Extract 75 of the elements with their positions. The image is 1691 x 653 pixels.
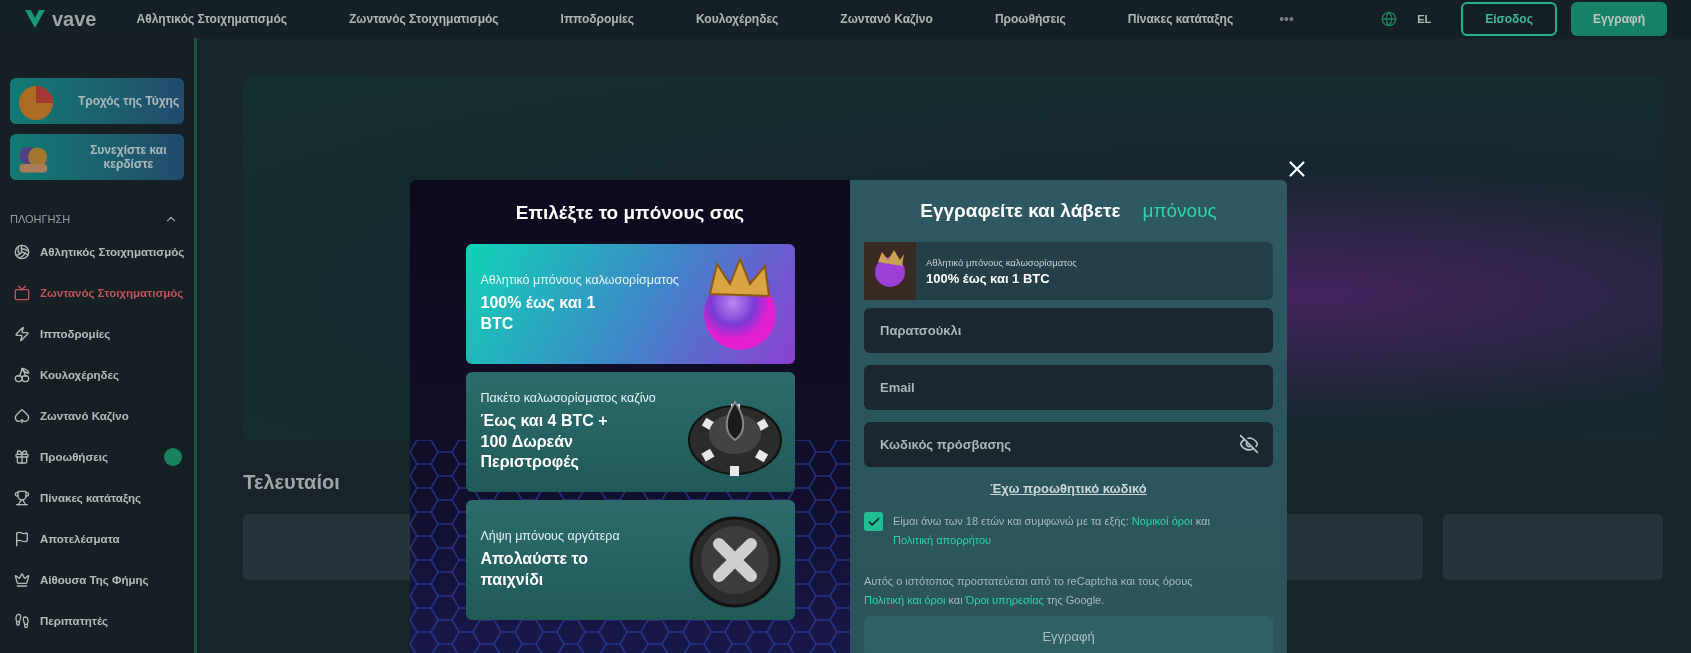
sidebar-item-label: Ζωντανός Στοιχηματισμός bbox=[40, 286, 184, 299]
sidebar-item-label: Πίνακες κατάταξης bbox=[40, 491, 141, 504]
input-field[interactable]: Παρατσούκλι bbox=[864, 308, 1273, 353]
nav-link[interactable]: Ζωντανός Στοιχηματισμός bbox=[349, 12, 499, 26]
bonus-title: 100% έως και 1 BTC bbox=[480, 293, 597, 334]
text-link[interactable]: Νομικοί όροι bbox=[1131, 515, 1193, 527]
more-button[interactable]: ••• bbox=[1273, 10, 1300, 28]
nav-link[interactable]: Ζωντανό Καζίνο bbox=[840, 12, 933, 26]
promo-button[interactable]: Τροχός της Τύχης bbox=[10, 78, 185, 124]
login-button[interactable]: Είσοδος bbox=[1461, 2, 1557, 36]
ball-thumbnail-drawing bbox=[864, 242, 916, 300]
form-title: Εγγραφείτε και λάβετε bbox=[920, 200, 1121, 222]
logo-v-icon bbox=[24, 9, 46, 29]
sidebar-item-label: Αίθουσα Της Φήμης bbox=[40, 573, 149, 586]
sidebar-item-label: Αθλητικός Στοιχηματισμός bbox=[40, 245, 185, 258]
input-field[interactable]: Κωδικός πρόσβασης bbox=[864, 422, 1273, 467]
sidebar-item[interactable]: Ζωντανός Στοιχηματισμός bbox=[10, 277, 185, 308]
tv-icon bbox=[14, 284, 30, 301]
section-title: Τελευταίοι bbox=[243, 471, 340, 494]
sidebar-item[interactable]: Περιπατητές bbox=[10, 605, 185, 636]
bonus-title: Απολαύστε το παιχνίδι bbox=[480, 549, 590, 590]
bonus-subtitle: Λήψη μπόνους αργότερα bbox=[480, 529, 621, 544]
text-link[interactable]: Πολιτική και όροι bbox=[864, 594, 946, 606]
promo-button[interactable]: Συνεχίστε και κερδίστε bbox=[10, 134, 185, 180]
ball-icon bbox=[14, 243, 30, 260]
flag-icon bbox=[14, 530, 30, 547]
eye-off-icon[interactable] bbox=[1239, 434, 1259, 454]
sidebar-item-label: Ζωντανό Καζίνο bbox=[40, 409, 129, 422]
selected-bonus-subtitle: Αθλητικό μπόνους καλωσορίσματος bbox=[926, 256, 1077, 268]
selected-bonus[interactable]: Αθλητικό μπόνους καλωσορίσματος 100% έως και 1 BTC bbox=[864, 242, 1273, 300]
sidebar-item-label: Περιπατητές bbox=[40, 614, 109, 627]
section-label: ΠΛΟΗΓΗΣΗ bbox=[10, 213, 71, 225]
globe-icon bbox=[1381, 11, 1398, 27]
text-link[interactable]: Όροι υπηρεσίας bbox=[965, 594, 1044, 606]
text-link[interactable]: Πολιτική απορρήτου bbox=[893, 534, 992, 546]
sidebar-item[interactable]: Πίνακες κατάταξης bbox=[10, 482, 185, 513]
nav-link[interactable]: Κουλοχέρηδες bbox=[695, 12, 779, 26]
logo-text: vave bbox=[52, 7, 97, 31]
bonus-subtitle: Αθλητικό μπόνους καλωσορίσματος bbox=[480, 273, 679, 288]
nav-link[interactable]: Ιπποδρομίες bbox=[560, 12, 634, 26]
gift-icon bbox=[14, 448, 30, 465]
lightning-icon bbox=[14, 325, 30, 342]
nav-link[interactable]: Αθλητικός Στοιχηματισμός bbox=[136, 12, 287, 26]
bonus-card[interactable]: Λήψη μπόνους αργότερα Απολαύστε το παιχνίδι bbox=[465, 500, 795, 620]
consent-text: Είμαι άνω των 18 ετών και συμφωνώ με τα εξής: Νομικοί όροι και Πολιτική απορρήτου bbox=[893, 514, 1211, 548]
sidebar-item[interactable]: Ζωντανό Καζίνο bbox=[10, 400, 185, 431]
selected-bonus-title: 100% έως και 1 BTC bbox=[926, 270, 1051, 286]
spade-icon bbox=[14, 407, 30, 424]
sidebar-item-label: Προωθήσεις bbox=[40, 450, 108, 463]
trophy-icon bbox=[14, 489, 30, 506]
sidebar-item[interactable]: Κουλοχέρηδες bbox=[10, 359, 185, 390]
sidebar-item[interactable]: Προωθήσεις bbox=[10, 441, 185, 472]
input-field[interactable]: Email bbox=[864, 365, 1273, 410]
sidebar-item-label: Ιπποδρομίες bbox=[40, 327, 111, 340]
cherry-icon bbox=[14, 366, 30, 383]
form-title-accent: μπόνους bbox=[1142, 200, 1217, 222]
sidebar-item-label: Κουλοχέρηδες bbox=[40, 368, 119, 381]
bonus-card[interactable]: Πακέτο καλωσορίσματος καζίνο Έως και 4 BTC + 100 Δωρεάν Περιστροφές bbox=[465, 372, 795, 492]
recaptcha-notice: Αυτός ο ιστότοπος προστατεύεται από το reCaptcha και τους όρους Πολιτική και όροι και Όροι υπηρεσίας της Google. bbox=[864, 574, 1194, 608]
sidebar-item-label: Αποτελέσματα bbox=[40, 532, 120, 545]
footprints-icon bbox=[14, 612, 30, 629]
nav-link[interactable]: Πίνακες κατάταξης bbox=[1127, 12, 1234, 26]
language-button[interactable]: EL bbox=[1411, 12, 1438, 26]
sidebar-item[interactable]: Ιπποδρομίες bbox=[10, 318, 185, 349]
nav-link[interactable]: Προωθήσεις bbox=[994, 12, 1066, 26]
bonus-panel-title: Επιλέξτε το μπόνους σας bbox=[515, 202, 745, 224]
checkbox[interactable] bbox=[864, 512, 883, 531]
sidebar-item[interactable]: Αποτελέσματα bbox=[10, 523, 185, 554]
submit-button[interactable]: Εγγραφή bbox=[864, 616, 1273, 653]
sidebar-item[interactable]: Αίθουσα Της Φήμης bbox=[10, 564, 185, 595]
bonus-subtitle: Πακέτο καλωσορίσματος καζίνο bbox=[480, 390, 656, 405]
crown-icon bbox=[14, 571, 30, 588]
promo-code-link[interactable]: Έχω προωθητικό κωδικό bbox=[990, 481, 1147, 496]
bonus-title: Έως και 4 BTC + 100 Δωρεάν Περιστροφές bbox=[480, 410, 609, 473]
sidebar-item[interactable]: Αθλητικός Στοιχηματισμός bbox=[10, 236, 185, 267]
